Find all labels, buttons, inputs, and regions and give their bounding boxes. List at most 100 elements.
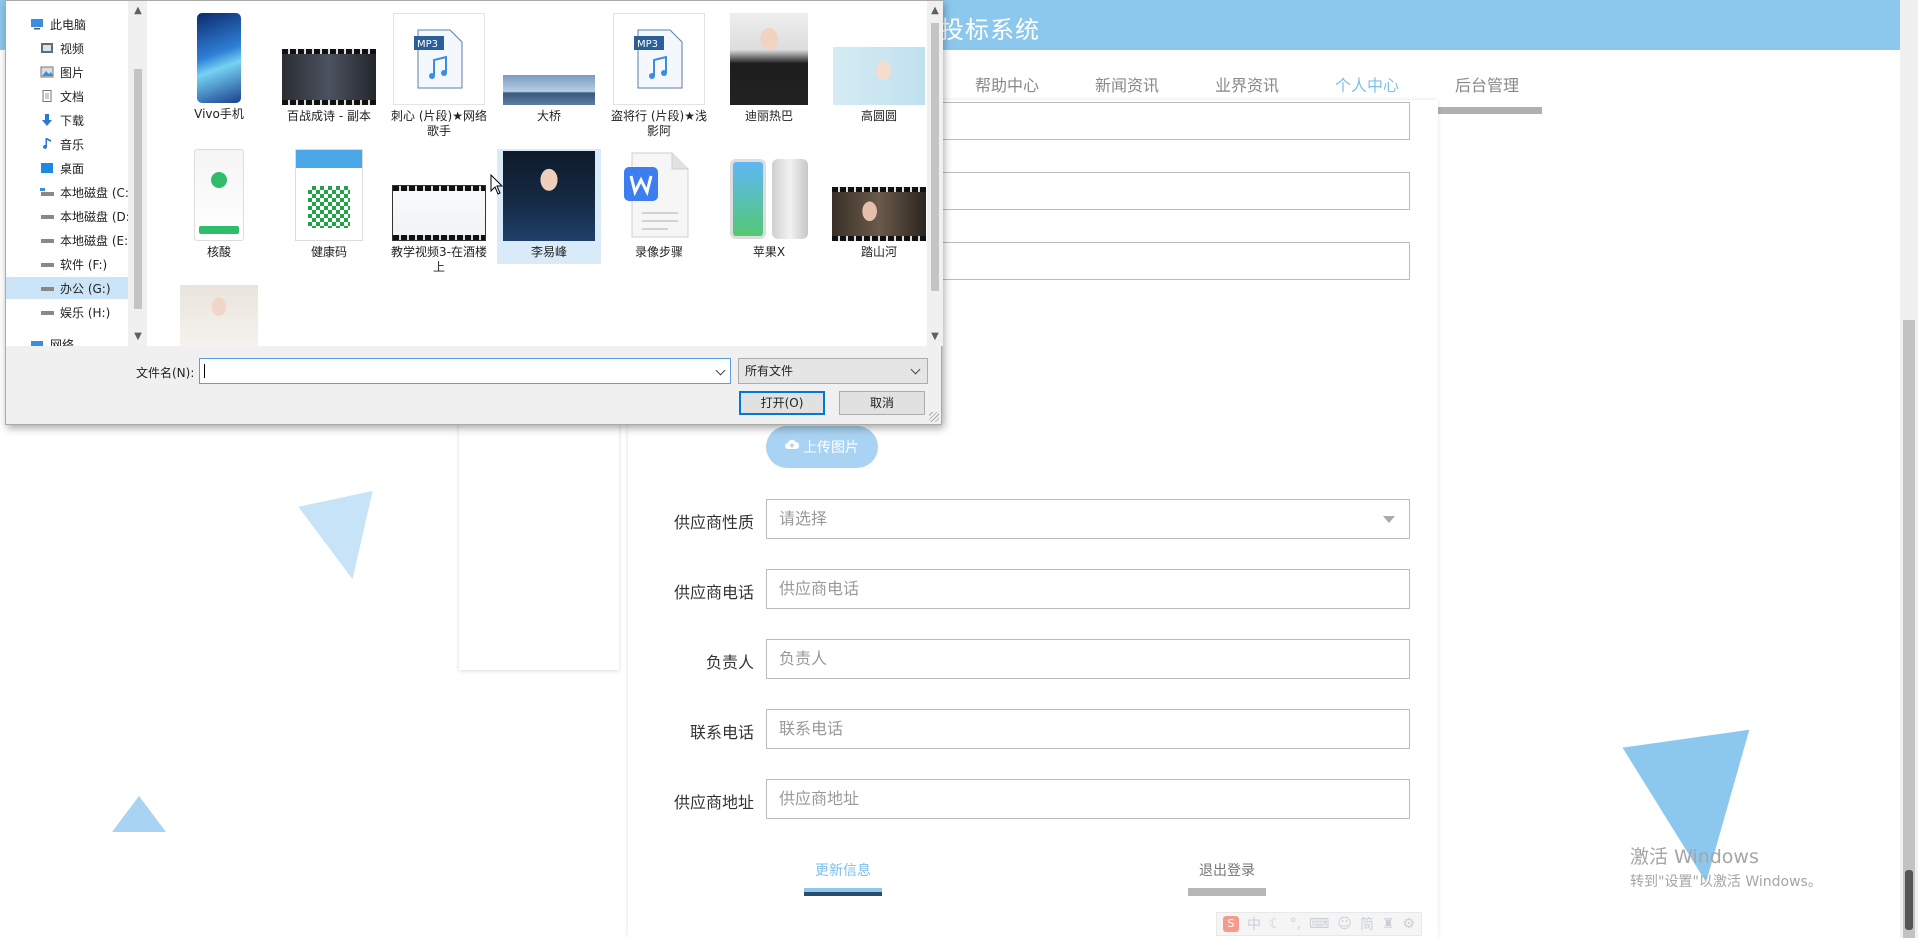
chevron-down-icon[interactable]	[715, 365, 726, 376]
update-info-button[interactable]: 更新信息	[804, 860, 882, 896]
nav-admin[interactable]: 后台管理	[1432, 72, 1542, 114]
moon-icon[interactable]: ☾	[1269, 916, 1282, 932]
scrollbar-thumb[interactable]	[134, 69, 142, 309]
punctuation-icon[interactable]: °,	[1290, 916, 1301, 932]
watermark-line2: 转到"设置"以激活 Windows。	[1630, 874, 1822, 890]
contact-person-input[interactable]: 负责人	[766, 639, 1410, 679]
image-thumbnail	[295, 149, 363, 241]
file-open-dialog: 此电脑 视频 图片 文档 下载 音乐 桌面 本地磁盘 (C: 本地磁盘 (D: …	[5, 0, 943, 425]
scrollbar-thumb[interactable]	[1903, 320, 1915, 938]
file-item[interactable]: MP3 刺心 (片段)★网络歌手	[387, 13, 491, 139]
file-item[interactable]: 健康码	[277, 149, 381, 260]
user-icon[interactable]: ☺	[1337, 916, 1352, 932]
file-name: 迪丽热巴	[744, 109, 793, 123]
field-label: 供应商地址	[673, 793, 754, 812]
desktop-icon	[41, 163, 53, 173]
file-item[interactable]: 苹果X	[717, 149, 821, 260]
logout-label: 退出登录	[1199, 863, 1255, 879]
mp3-file-icon: MP3	[613, 13, 705, 105]
supplier-phone-input[interactable]: 供应商电话	[766, 569, 1410, 609]
supplier-type-select[interactable]: 请选择	[766, 499, 1410, 539]
tree-item-drive-e[interactable]: 本地磁盘 (E:	[6, 229, 128, 251]
wps-document-icon	[624, 149, 694, 241]
tree-item-pictures[interactable]: 图片	[6, 61, 128, 83]
tree-item-drive-c[interactable]: 本地磁盘 (C:	[6, 181, 128, 203]
file-type-select[interactable]: 所有文件	[738, 358, 928, 384]
tree-item-music[interactable]: 音乐	[6, 133, 128, 155]
scroll-up-icon[interactable]: ▲	[927, 5, 943, 16]
tree-item-videos[interactable]: 视频	[6, 37, 128, 59]
nav-label: 后台管理	[1454, 76, 1519, 95]
field-label: 联系电话	[689, 723, 754, 742]
image-thumbnail	[723, 159, 815, 241]
drive-icon	[41, 311, 54, 315]
contact-phone-input[interactable]: 联系电话	[766, 709, 1410, 749]
cancel-button[interactable]: 取消	[839, 391, 925, 415]
file-item[interactable]: 录像步骤	[607, 149, 711, 260]
tree-scrollbar[interactable]: ▲ ▼	[130, 1, 146, 346]
file-thumbnail	[197, 13, 241, 103]
ime-mode[interactable]: 中	[1247, 914, 1261, 934]
form-row-supplier-phone: 供应商电话 供应商电话	[640, 569, 1412, 609]
file-name: 健康码	[310, 245, 347, 259]
image-thumbnail	[503, 75, 595, 105]
mouse-cursor-icon	[490, 174, 504, 195]
file-item[interactable]: Vivo手机	[167, 13, 271, 122]
scroll-up-icon[interactable]: ▲	[130, 5, 146, 16]
chevron-down-icon	[1383, 516, 1395, 523]
file-name: 刺心 (片段)★网络歌手	[391, 109, 487, 138]
text-cursor	[204, 364, 205, 378]
file-item[interactable]: 高圆圆	[827, 13, 927, 124]
upload-image-button[interactable]: 上传图片	[766, 426, 878, 468]
logout-button[interactable]: 退出登录	[1188, 860, 1266, 896]
windows-activation-watermark: 激活 Windows 转到"设置"以激活 Windows。	[1630, 842, 1822, 891]
page-scrollbar[interactable]	[1900, 0, 1918, 938]
scroll-down-icon[interactable]: ▼	[130, 331, 146, 342]
tree-item-this-pc[interactable]: 此电脑	[6, 13, 128, 35]
tree-item-drive-f[interactable]: 软件 (F:)	[6, 253, 128, 275]
supplier-address-input[interactable]: 供应商地址	[766, 779, 1410, 819]
file-grid-scrollbar[interactable]: ▲ ▼	[927, 1, 943, 346]
file-name: 高圆圆	[860, 109, 897, 123]
tree-label: 本地磁盘 (C:	[60, 185, 128, 200]
ime-simplified[interactable]: 简	[1360, 914, 1374, 934]
tree-label: 桌面	[60, 161, 85, 176]
scrollbar-handle[interactable]	[1905, 870, 1913, 930]
file-item[interactable]: 教学视频3-在酒楼上	[387, 149, 491, 275]
tree-item-drive-d[interactable]: 本地磁盘 (D:	[6, 205, 128, 227]
scrollbar-thumb[interactable]	[931, 23, 939, 291]
tree-item-desktop[interactable]: 桌面	[6, 157, 128, 179]
file-item[interactable]: 百战成诗 - 副本	[277, 13, 381, 124]
tree-item-documents[interactable]: 文档	[6, 85, 128, 107]
file-item[interactable]: MP3 盗将行 (片段)★浅影阿	[607, 13, 711, 139]
file-item[interactable]: 核酸	[167, 149, 271, 260]
resize-grip[interactable]	[929, 412, 939, 422]
file-name: 盗将行 (片段)★浅影阿	[611, 109, 707, 138]
tree-label: 文档	[60, 89, 85, 104]
file-grid: Vivo手机 百战成诗 - 副本 MP3 刺心 (片段)★网络歌手 大桥 MP3…	[147, 1, 927, 346]
tree-item-drive-g[interactable]: 办公 (G:)	[6, 277, 128, 299]
file-item[interactable]: 踏山河	[827, 149, 927, 260]
file-item[interactable]	[167, 285, 271, 346]
filename-input[interactable]	[199, 358, 731, 384]
tree-item-network[interactable]: 网络	[6, 333, 128, 346]
skin-icon[interactable]: ♜	[1382, 916, 1395, 932]
file-name: 教学视频3-在酒楼上	[391, 245, 487, 274]
folder-tree: 此电脑 视频 图片 文档 下载 音乐 桌面 本地磁盘 (C: 本地磁盘 (D: …	[6, 1, 128, 346]
open-button[interactable]: 打开(O)	[739, 391, 825, 415]
tree-label: 娱乐 (H:)	[60, 305, 111, 320]
file-item[interactable]: 迪丽热巴	[717, 13, 821, 124]
scroll-down-icon[interactable]: ▼	[927, 331, 943, 342]
tree-item-drive-h[interactable]: 娱乐 (H:)	[6, 301, 128, 323]
file-item[interactable]: 李易峰	[497, 149, 601, 264]
form-row-supplier-type: 供应商性质 请选择	[640, 499, 1412, 539]
drive-icon	[41, 215, 54, 219]
ime-toolbar[interactable]: S 中 ☾ °, ⌨ ☺ 简 ♜ ⚙	[1216, 912, 1422, 936]
keyboard-icon[interactable]: ⌨	[1309, 916, 1329, 932]
tree-item-downloads[interactable]: 下载	[6, 109, 128, 131]
document-folder-icon	[42, 90, 52, 102]
gear-icon[interactable]: ⚙	[1402, 916, 1415, 932]
link-underline	[804, 888, 882, 896]
music-icon	[43, 138, 51, 149]
file-item[interactable]: 大桥	[497, 13, 601, 124]
